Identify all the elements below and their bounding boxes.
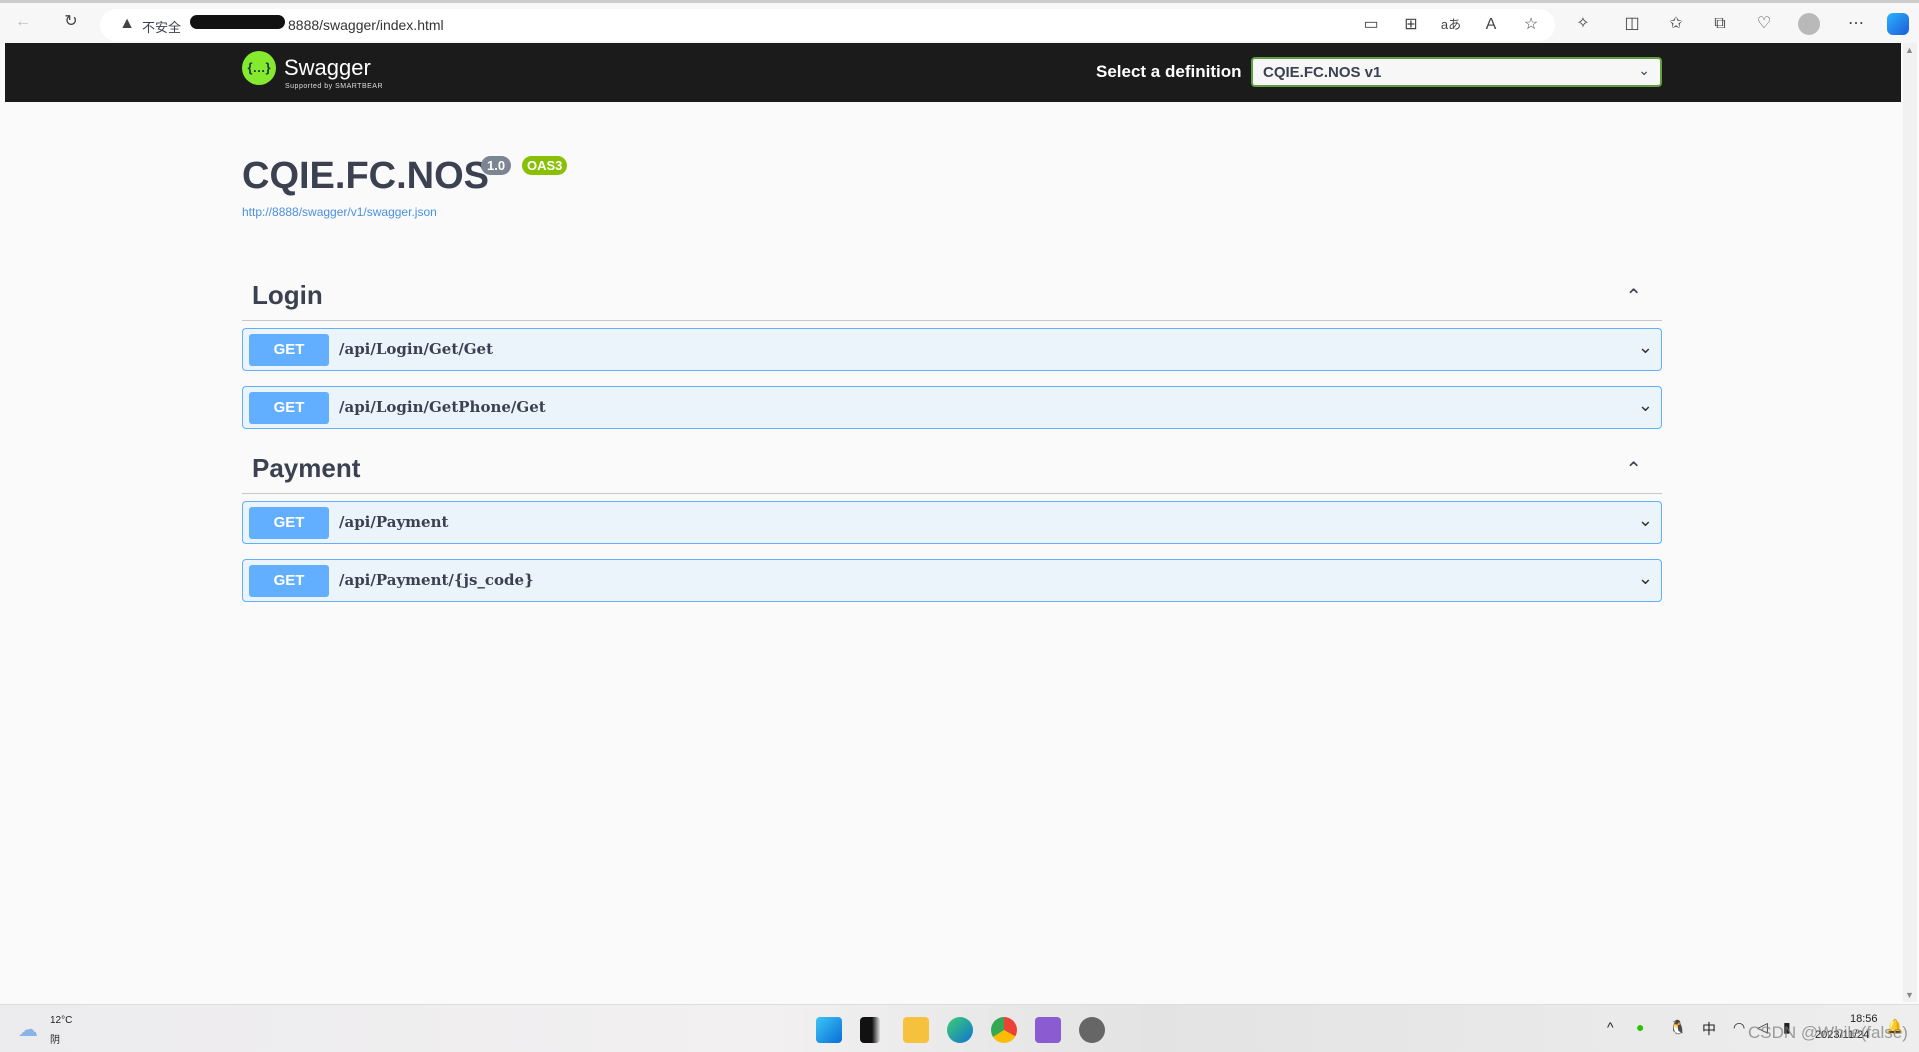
url-text: 8888/swagger/index.html <box>288 17 444 33</box>
operation-row[interactable]: GET /api/Login/Get/Get ⌄ <box>242 328 1662 371</box>
device-icon[interactable]: ▭ <box>1358 12 1384 38</box>
collections-icon[interactable]: ⧉ <box>1707 11 1733 37</box>
chevron-down-icon[interactable]: ⌄ <box>1638 510 1653 531</box>
swagger-content <box>5 102 1901 1002</box>
definition-select-value: CQIE.FC.NOS v1 <box>1263 64 1382 81</box>
chevron-down-icon[interactable]: ⌄ <box>1638 337 1653 358</box>
chevron-down-icon[interactable]: ⌄ <box>1638 568 1653 589</box>
address-bar[interactable]: ▲ 不安全 8888/swagger/index.html ▭ ⊞ aあ A ☆ <box>100 9 1555 41</box>
chevron-down-icon: ⌄ <box>1638 62 1650 78</box>
tag-section-login: Login ⌃ GET /api/Login/Get/Get ⌄ GET /ap… <box>242 280 1662 429</box>
scroll-up-icon[interactable]: ▲ <box>1905 45 1914 55</box>
edge-icon[interactable] <box>947 1017 973 1043</box>
translate-icon[interactable]: aあ <box>1438 12 1464 38</box>
operation-path: /api/Payment <box>339 513 449 531</box>
tag-section-payment: Payment ⌃ GET /api/Payment ⌄ GET /api/Pa… <box>242 453 1662 602</box>
split-screen-icon[interactable]: ◫ <box>1619 11 1645 37</box>
weather-text: 阴 <box>50 1035 60 1046</box>
task-view-icon[interactable] <box>860 1017 880 1043</box>
operation-path: /api/Login/GetPhone/Get <box>339 398 546 416</box>
chevron-up-icon[interactable]: ⌃ <box>1625 457 1642 482</box>
method-badge: GET <box>249 565 329 597</box>
definition-select[interactable]: CQIE.FC.NOS v1 ⌄ <box>1251 57 1662 87</box>
swagger-logo-icon[interactable]: {…} <box>242 51 276 85</box>
read-aloud-icon[interactable]: A <box>1478 12 1504 38</box>
security-label: 不安全 <box>142 20 182 35</box>
weather-icon[interactable]: ☁ <box>18 1017 38 1042</box>
scroll-down-icon[interactable]: ▼ <box>1905 990 1914 1000</box>
operation-row[interactable]: GET /api/Payment ⌄ <box>242 501 1662 544</box>
profile-icon[interactable] <box>1798 13 1820 35</box>
chevron-up-icon[interactable]: ⌃ <box>1625 284 1642 309</box>
redacted-host <box>190 15 285 29</box>
back-icon[interactable]: ← <box>10 9 36 35</box>
method-badge: GET <box>249 334 329 366</box>
oas-badge: OAS3 <box>522 156 568 175</box>
tray-expand-icon[interactable]: ^ <box>1607 1019 1614 1035</box>
logo-subtext: Supported by SMARTBEAR <box>285 83 384 90</box>
favorites-icon[interactable]: ✩ <box>1663 11 1689 37</box>
tag-header[interactable]: Login <box>242 280 1662 320</box>
app-icon[interactable] <box>1079 1017 1105 1043</box>
watermark: CSDN @While(false) <box>1748 1023 1908 1042</box>
ime-indicator[interactable]: 中 <box>1702 1019 1716 1039</box>
temperature: 12°C <box>50 1015 73 1026</box>
extensions-icon[interactable]: ✧ <box>1570 11 1596 37</box>
method-badge: GET <box>249 507 329 539</box>
copilot-icon[interactable] <box>1887 13 1909 35</box>
warning-icon: ▲ <box>119 15 135 32</box>
logo-text: Swagger <box>284 55 371 80</box>
favorite-icon[interactable]: ☆ <box>1518 12 1544 38</box>
file-explorer-icon[interactable] <box>903 1017 929 1043</box>
chevron-down-icon[interactable]: ⌄ <box>1638 395 1653 416</box>
tag-header[interactable]: Payment <box>242 453 1662 493</box>
version-badge: 1.0 <box>481 156 512 175</box>
page-title: CQIE.FC.NOS <box>242 155 490 197</box>
browser-toolbar: ← ↻ ▲ 不安全 8888/swagger/index.html ▭ ⊞ aあ… <box>0 0 1919 43</box>
scrollbar[interactable]: ▲ ▼ <box>1903 43 1917 1002</box>
operation-row[interactable]: GET /api/Payment/{js_code} ⌄ <box>242 559 1662 602</box>
operation-path: /api/Login/Get/Get <box>339 340 494 358</box>
taskbar: ☁ 12°C 阴 ^ ● 🐧 中 ◠ ◁ ▮ 18:56 2023/11/24 … <box>0 1004 1919 1052</box>
wifi-icon[interactable]: ◠ <box>1733 1019 1745 1036</box>
more-icon[interactable]: ⋯ <box>1843 11 1869 37</box>
wechat-icon[interactable]: ● <box>1636 1019 1644 1035</box>
refresh-icon[interactable]: ↻ <box>58 9 84 35</box>
select-definition-label: Select a definition <box>1096 62 1242 81</box>
operation-path: /api/Payment/{js_code} <box>339 571 534 589</box>
chrome-icon[interactable] <box>991 1017 1017 1043</box>
operation-row[interactable]: GET /api/Login/GetPhone/Get ⌄ <box>242 386 1662 429</box>
health-icon[interactable]: ♡ <box>1751 11 1777 37</box>
windows-start-icon[interactable] <box>816 1017 842 1043</box>
method-badge: GET <box>249 392 329 424</box>
visual-studio-icon[interactable] <box>1035 1017 1061 1043</box>
swagger-json-link[interactable]: http://8888/swagger/v1/swagger.json <box>242 205 437 219</box>
apps-icon[interactable]: ⊞ <box>1398 12 1424 38</box>
qq-icon[interactable]: 🐧 <box>1669 1019 1686 1036</box>
